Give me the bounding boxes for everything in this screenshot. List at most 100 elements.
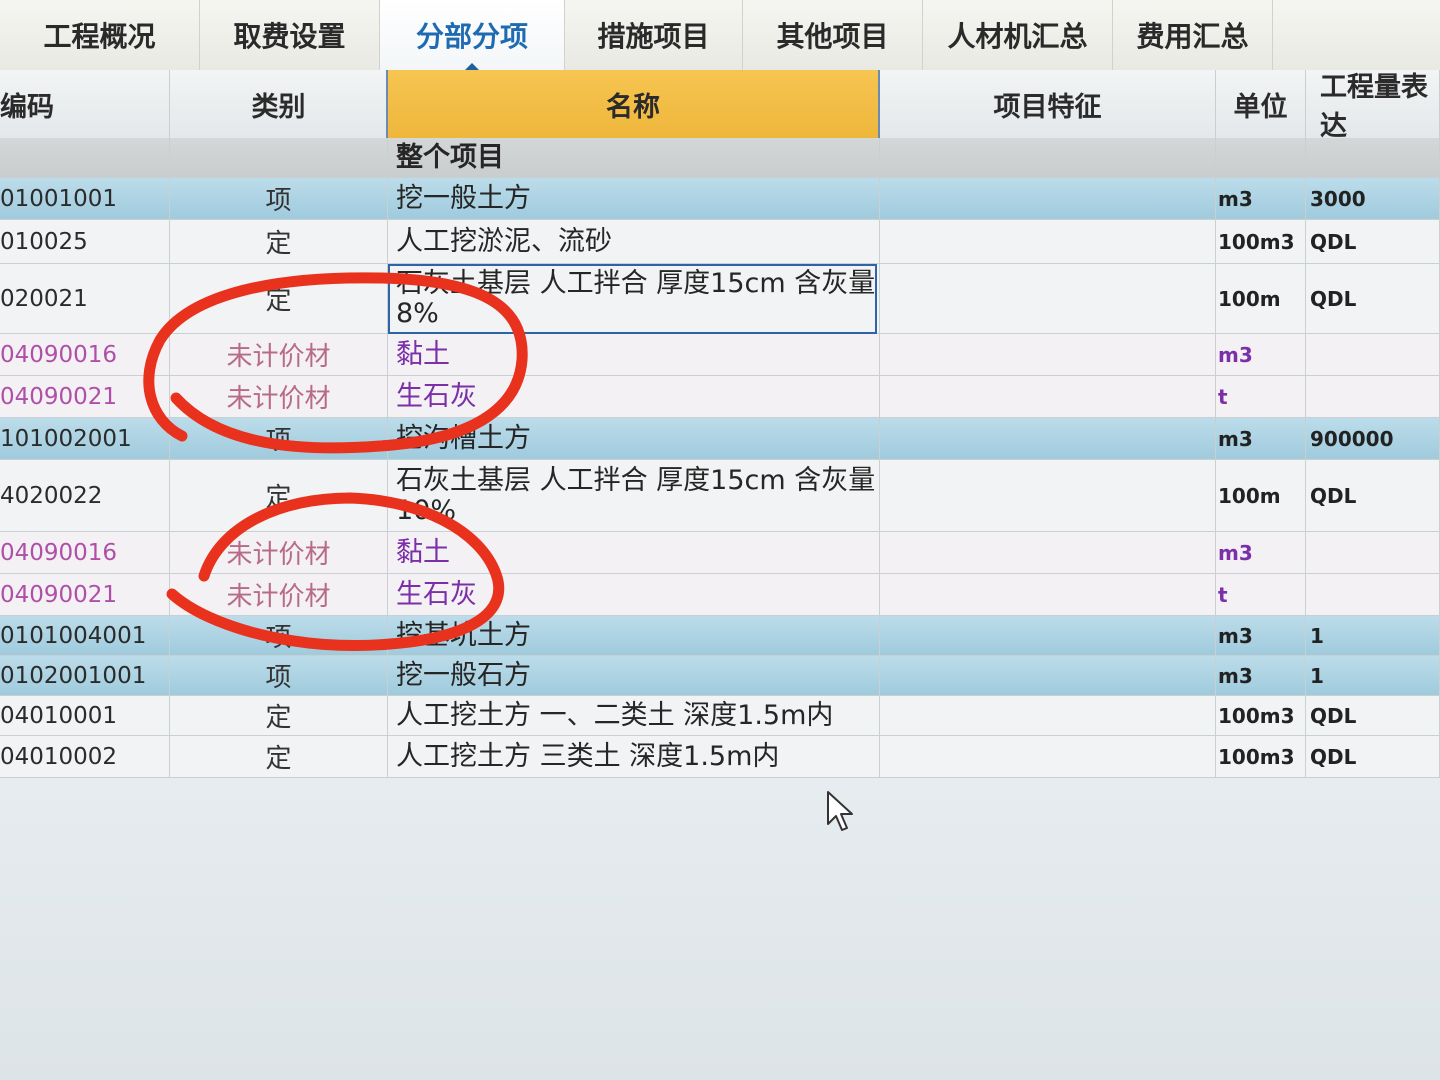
table-row[interactable]: 0101004001 项 挖基坑土方 m3 1 (0, 616, 1440, 656)
tab-fee-settings[interactable]: 取费设置 (200, 0, 380, 70)
cell-unit[interactable]: m3 (1216, 418, 1306, 459)
cell-code[interactable]: 04090021 (0, 376, 170, 417)
cell-type[interactable]: 未计价材 (170, 574, 388, 615)
cell-name[interactable]: 石灰土基层 人工拌合 厚度15cm 含灰量 8% (388, 264, 880, 333)
cell-quantity[interactable]: QDL (1306, 696, 1440, 735)
cell-code[interactable]: 101002001 (0, 418, 170, 459)
cell-code[interactable]: 4020022 (0, 460, 170, 531)
tab-sub-items[interactable]: 分部分项 (380, 0, 565, 72)
cell-name[interactable]: 整个项目 (388, 138, 880, 177)
cell-code[interactable]: 04090016 (0, 532, 170, 573)
cell-feature[interactable] (880, 376, 1216, 417)
cell-feature[interactable] (880, 532, 1216, 573)
cell-code[interactable]: 010025 (0, 220, 170, 263)
column-header-feature[interactable]: 项目特征 (880, 70, 1216, 138)
cell-unit[interactable]: 100m (1216, 264, 1306, 333)
column-header-name[interactable]: 名称 (386, 70, 880, 138)
cell-unit[interactable]: m3 (1216, 532, 1306, 573)
table-row[interactable]: 04090021 未计价材 生石灰 t (0, 574, 1440, 616)
table-row[interactable]: 整个项目 (0, 138, 1440, 178)
cell-unit[interactable]: m3 (1216, 616, 1306, 655)
table-row[interactable]: 020021 定 石灰土基层 人工拌合 厚度15cm 含灰量 8% 100m Q… (0, 264, 1440, 334)
empty-grid-area[interactable] (0, 778, 1440, 1080)
cell-quantity[interactable]: 3000 (1306, 178, 1440, 219)
cell-feature[interactable] (880, 220, 1216, 263)
cell-name[interactable]: 生石灰 (388, 574, 880, 615)
cell-name[interactable]: 黏土 (388, 532, 880, 573)
column-header-type[interactable]: 类别 (170, 70, 388, 138)
cell-feature[interactable] (880, 178, 1216, 219)
table-row[interactable]: 04010001 定 人工挖土方 一、二类土 深度1.5m内 100m3 QDL (0, 696, 1440, 736)
cell-name[interactable]: 石灰土基层 人工拌合 厚度15cm 含灰量 10% (388, 460, 880, 531)
cell-quantity[interactable]: QDL (1306, 264, 1440, 333)
cell-name[interactable]: 人工挖土方 一、二类土 深度1.5m内 (388, 696, 880, 735)
cell-quantity[interactable]: 1 (1306, 616, 1440, 655)
cell-code[interactable] (0, 138, 170, 177)
cell-feature[interactable] (880, 334, 1216, 375)
cell-code[interactable]: 04010002 (0, 736, 170, 777)
table-row[interactable]: 0102001001 项 挖一般石方 m3 1 (0, 656, 1440, 696)
table-row[interactable]: 04090021 未计价材 生石灰 t (0, 376, 1440, 418)
cell-unit[interactable]: t (1216, 376, 1306, 417)
cell-type[interactable]: 未计价材 (170, 334, 388, 375)
tab-cost-summary[interactable]: 费用汇总 (1113, 0, 1273, 70)
cell-quantity[interactable]: 900000 (1306, 418, 1440, 459)
cell-feature[interactable] (880, 418, 1216, 459)
tab-other-items[interactable]: 其他项目 (743, 0, 923, 70)
cell-unit[interactable]: 100m3 (1216, 696, 1306, 735)
cell-type[interactable]: 定 (170, 696, 388, 735)
cell-name[interactable]: 生石灰 (388, 376, 880, 417)
cell-name[interactable]: 人工挖土方 三类土 深度1.5m内 (388, 736, 880, 777)
cell-type[interactable]: 定 (170, 736, 388, 777)
cell-feature[interactable] (880, 736, 1216, 777)
cell-quantity[interactable] (1306, 138, 1440, 177)
cell-unit[interactable]: t (1216, 574, 1306, 615)
cell-code[interactable]: 020021 (0, 264, 170, 333)
cell-feature[interactable] (880, 460, 1216, 531)
cell-type[interactable]: 项 (170, 418, 388, 459)
cell-quantity[interactable]: QDL (1306, 220, 1440, 263)
column-header-code[interactable]: 编码 (0, 70, 170, 138)
tab-measures[interactable]: 措施项目 (565, 0, 743, 70)
cell-unit[interactable] (1216, 138, 1306, 177)
cell-code[interactable]: 04090021 (0, 574, 170, 615)
cell-name[interactable]: 挖基坑土方 (388, 616, 880, 655)
cell-feature[interactable] (880, 656, 1216, 695)
cell-unit[interactable]: m3 (1216, 656, 1306, 695)
cell-type[interactable]: 定 (170, 264, 388, 333)
cell-quantity[interactable]: QDL (1306, 736, 1440, 777)
cell-code[interactable]: 04090016 (0, 334, 170, 375)
cell-type[interactable] (170, 138, 388, 177)
cell-code[interactable]: 0101004001 (0, 616, 170, 655)
cell-unit[interactable]: m3 (1216, 178, 1306, 219)
cell-name[interactable]: 人工挖淤泥、流砂 (388, 220, 880, 263)
cell-type[interactable]: 项 (170, 178, 388, 219)
cell-type[interactable]: 未计价材 (170, 532, 388, 573)
table-row[interactable]: 04090016 未计价材 黏土 m3 (0, 334, 1440, 376)
tab-project-overview[interactable]: 工程概况 (0, 0, 200, 70)
column-header-quantity[interactable]: 工程量表达 (1306, 70, 1440, 142)
tab-labor-material-summary[interactable]: 人材机汇总 (923, 0, 1113, 70)
cell-feature[interactable] (880, 616, 1216, 655)
cell-type[interactable]: 项 (170, 656, 388, 695)
cell-feature[interactable] (880, 574, 1216, 615)
cell-name[interactable]: 挖沟槽土方 (388, 418, 880, 459)
cell-quantity[interactable] (1306, 334, 1440, 375)
cell-quantity[interactable]: QDL (1306, 460, 1440, 531)
cell-quantity[interactable] (1306, 532, 1440, 573)
cell-type[interactable]: 项 (170, 616, 388, 655)
cell-code[interactable]: 04010001 (0, 696, 170, 735)
cell-feature[interactable] (880, 138, 1216, 177)
cell-quantity[interactable] (1306, 376, 1440, 417)
cell-quantity[interactable] (1306, 574, 1440, 615)
cell-type[interactable]: 定 (170, 220, 388, 263)
cell-quantity[interactable]: 1 (1306, 656, 1440, 695)
cell-name[interactable]: 挖一般石方 (388, 656, 880, 695)
table-row[interactable]: 04010002 定 人工挖土方 三类土 深度1.5m内 100m3 QDL (0, 736, 1440, 778)
column-header-unit[interactable]: 单位 (1216, 70, 1306, 138)
table-row[interactable]: 01001001 项 挖一般土方 m3 3000 (0, 178, 1440, 220)
cell-code[interactable]: 01001001 (0, 178, 170, 219)
cell-code[interactable]: 0102001001 (0, 656, 170, 695)
cell-feature[interactable] (880, 264, 1216, 333)
cell-unit[interactable]: m3 (1216, 334, 1306, 375)
